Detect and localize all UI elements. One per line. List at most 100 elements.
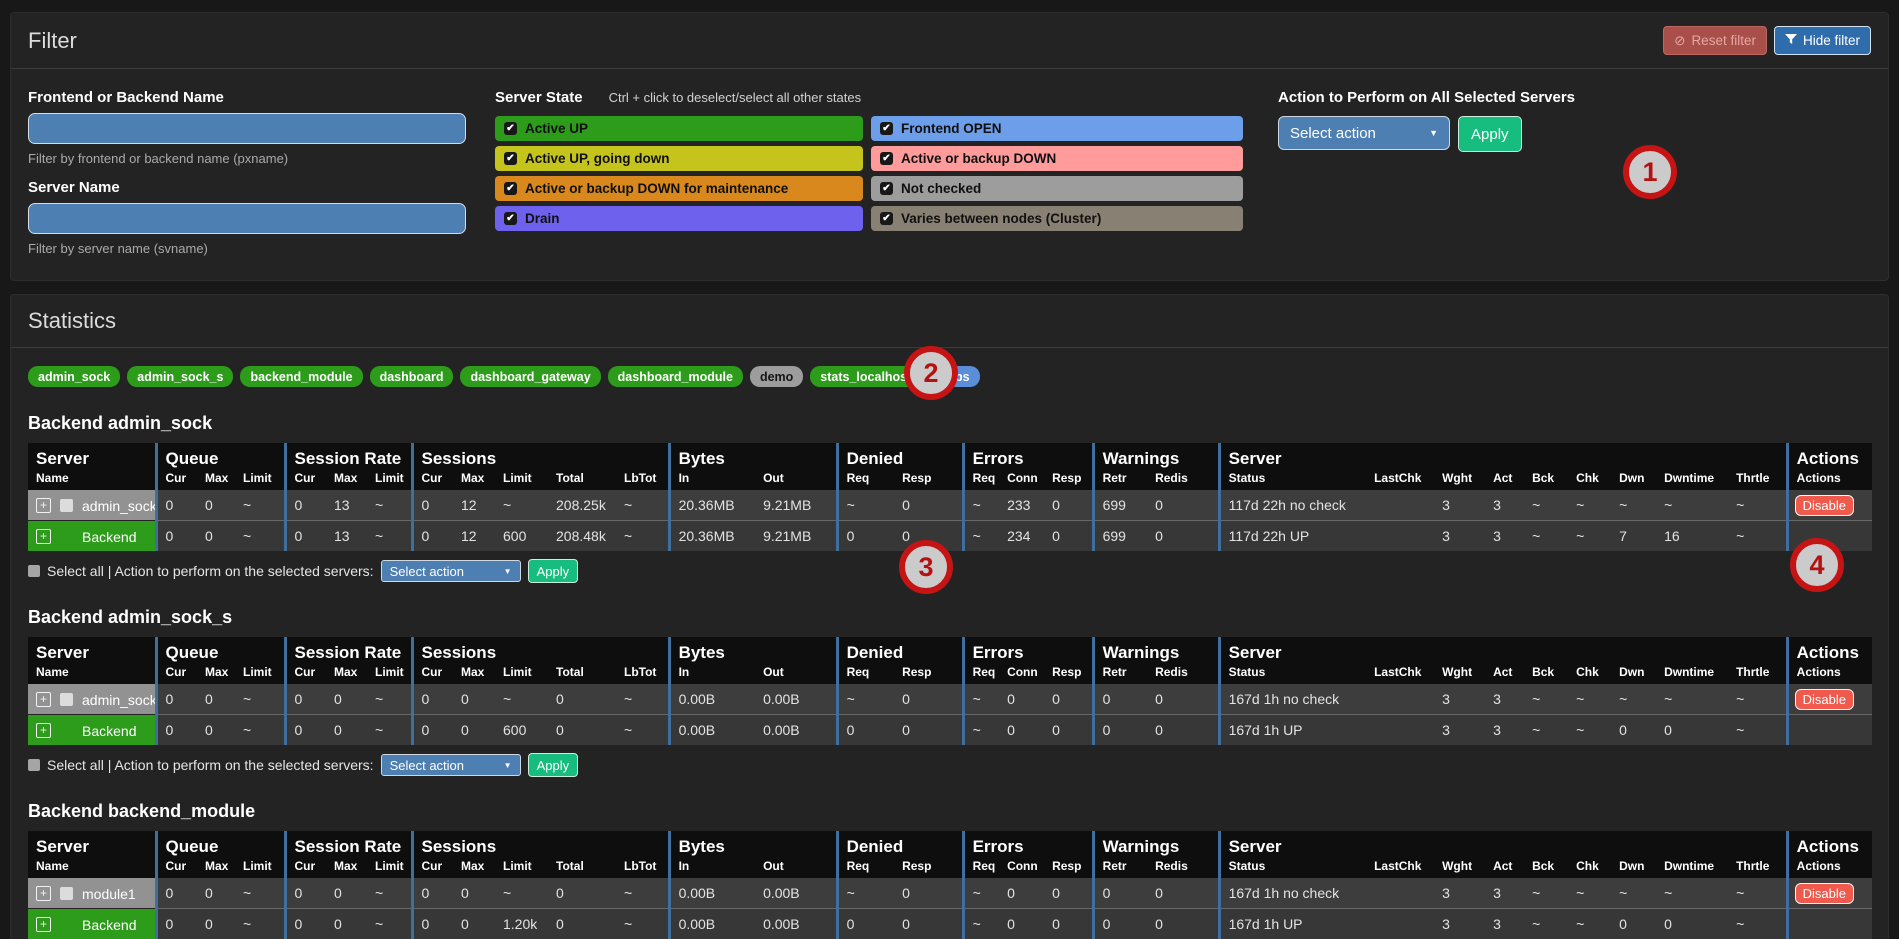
expand-icon[interactable]: + — [36, 886, 51, 901]
expand-icon[interactable]: + — [36, 529, 51, 544]
stat-cell: 0 — [197, 715, 235, 746]
column-subheader: Limit — [235, 470, 285, 490]
column-subheader: In — [669, 664, 755, 684]
server-state-toggle-label: Not checked — [901, 181, 981, 196]
stat-cell: ~ — [495, 490, 548, 521]
stat-cell — [1366, 909, 1434, 939]
backend-badge[interactable]: admin_sock_s — [127, 366, 233, 387]
column-subheader: Cur — [285, 470, 326, 490]
expand-icon[interactable]: + — [36, 917, 51, 932]
server-state-toggle-label: Frontend OPEN — [901, 121, 1002, 136]
stat-cell: ~ — [1568, 878, 1611, 909]
stat-cell: 0 — [326, 715, 367, 746]
stats-table: ServerQueueSession RateSessionsBytesDeni… — [28, 831, 1872, 939]
stat-cell: ~ — [1524, 878, 1568, 909]
actions-cell: Disable — [1787, 490, 1872, 521]
column-group-header: Denied — [837, 831, 963, 858]
backend-badge[interactable]: dashboard_gateway — [460, 366, 600, 387]
checkbox-checked-icon: ✔ — [504, 212, 517, 225]
chevron-down-icon: ▼ — [504, 567, 512, 576]
row-action-select[interactable]: Select action▼ — [381, 560, 521, 582]
column-group-header: Server — [28, 443, 156, 470]
column-group-header: Sessions — [412, 443, 669, 470]
server-state-grid: ✔Active UP✔Active UP, going down✔Active … — [495, 116, 1243, 231]
stat-cell: 233 — [999, 490, 1044, 521]
column-group-header: Session Rate — [285, 637, 412, 664]
row-checkbox[interactable] — [60, 887, 73, 900]
stat-cell: 9.21MB — [755, 490, 837, 521]
expand-icon[interactable]: + — [36, 498, 51, 513]
bulk-action-select[interactable]: Select action ▼ — [1278, 116, 1450, 150]
backend-badge[interactable]: demo — [750, 366, 803, 387]
server-state-toggle[interactable]: ✔Active UP, going down — [495, 146, 863, 171]
server-state-toggle[interactable]: ✔Not checked — [871, 176, 1243, 201]
stat-cell: 3 — [1434, 684, 1485, 715]
column-group-header: Sessions — [412, 831, 669, 858]
expand-icon[interactable]: + — [36, 723, 51, 738]
svname-label: Server Name — [28, 179, 466, 196]
stat-cell: 0.00B — [669, 684, 755, 715]
stat-cell: 0 — [1044, 490, 1093, 521]
statistics-title: Statistics — [28, 308, 116, 334]
chevron-down-icon: ▼ — [1429, 128, 1438, 138]
row-apply-button[interactable]: Apply — [528, 559, 579, 583]
server-name: Backend — [82, 723, 136, 739]
column-group-header: Errors — [963, 443, 1093, 470]
stat-cell: 234 — [999, 521, 1044, 552]
column-subheader: Max — [453, 664, 495, 684]
server-state-toggle[interactable]: ✔Varies between nodes (Cluster) — [871, 206, 1243, 231]
column-group-header: Warnings — [1093, 831, 1219, 858]
server-state-toggle[interactable]: ✔Frontend OPEN — [871, 116, 1243, 141]
backend-badge[interactable]: admin_sock — [28, 366, 120, 387]
column-subheader: Act — [1485, 858, 1524, 878]
name-filter-column: Frontend or Backend Name Filter by front… — [28, 89, 466, 256]
funnel-icon — [1785, 33, 1797, 48]
checkbox-checked-icon: ✔ — [880, 212, 893, 225]
disable-button[interactable]: Disable — [1795, 883, 1854, 904]
server-state-toggle[interactable]: ✔Drain — [495, 206, 863, 231]
column-subheader: LbTot — [616, 858, 669, 878]
server-state-toggle-label: Active or backup DOWN for maintenance — [525, 181, 788, 196]
server-state-toggle[interactable]: ✔Active or backup DOWN for maintenance — [495, 176, 863, 201]
backend-badge[interactable]: dashboard — [370, 366, 454, 387]
stat-cell: 0 — [1147, 684, 1219, 715]
column-subheader: Bck — [1524, 858, 1568, 878]
stat-cell: 117d 22h no check — [1219, 490, 1366, 521]
stat-cell — [1366, 715, 1434, 746]
backend-badge[interactable]: backend_module — [240, 366, 362, 387]
statistics-panel-header: Statistics — [11, 295, 1888, 348]
stat-cell: 0 — [453, 715, 495, 746]
stat-cell: 0 — [197, 521, 235, 552]
stat-cell: ~ — [367, 521, 412, 552]
row-action-select[interactable]: Select action▼ — [381, 754, 521, 776]
hide-filter-button[interactable]: Hide filter — [1774, 26, 1871, 55]
select-all-checkbox[interactable] — [28, 759, 40, 771]
column-subheader: Chk — [1568, 470, 1611, 490]
row-checkbox[interactable] — [60, 693, 73, 706]
column-subheader: Total — [548, 470, 616, 490]
table-row: +admin_sock100~013~012~208.25k~20.36MB9.… — [28, 490, 1872, 521]
svname-input[interactable] — [28, 203, 466, 234]
disable-button[interactable]: Disable — [1795, 495, 1854, 516]
pxname-help: Filter by frontend or backend name (pxna… — [28, 151, 466, 166]
select-all-checkbox[interactable] — [28, 565, 40, 577]
row-checkbox[interactable] — [60, 499, 73, 512]
stat-cell — [1366, 684, 1434, 715]
backend-title: Backend admin_sock_s — [28, 607, 1871, 628]
bulk-apply-button[interactable]: Apply — [1458, 116, 1522, 152]
backend-badge[interactable]: dashboard_module — [608, 366, 743, 387]
server-state-toggle[interactable]: ✔Active or backup DOWN — [871, 146, 1243, 171]
column-subheader: Dwn — [1611, 664, 1656, 684]
row-apply-button[interactable]: Apply — [528, 753, 579, 777]
pxname-input[interactable] — [28, 113, 466, 144]
stat-cell: ~ — [1656, 490, 1728, 521]
column-subheader: Dwn — [1611, 470, 1656, 490]
disable-button[interactable]: Disable — [1795, 689, 1854, 710]
server-state-toggle[interactable]: ✔Active UP — [495, 116, 863, 141]
expand-icon[interactable]: + — [36, 692, 51, 707]
reset-filter-button[interactable]: ⊘ Reset filter — [1663, 26, 1767, 55]
column-group-header: Bytes — [669, 637, 837, 664]
stat-cell: 12 — [453, 490, 495, 521]
stat-cell: 0 — [156, 490, 197, 521]
stat-cell: 12 — [453, 521, 495, 552]
